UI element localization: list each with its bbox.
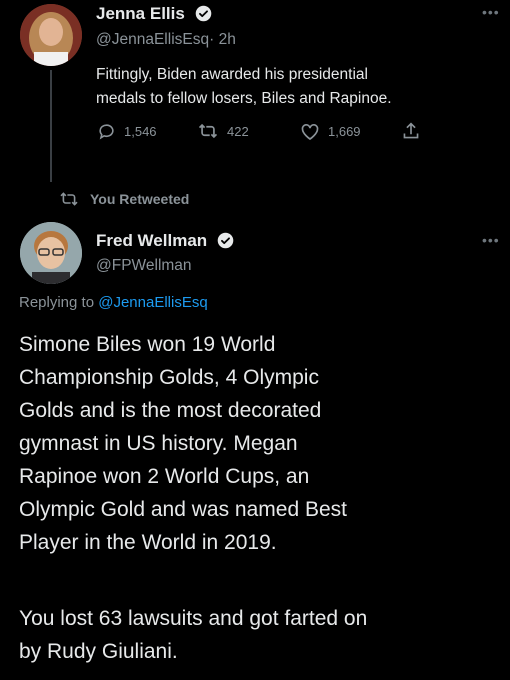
like-button[interactable]: 1,669 (300, 122, 361, 141)
retweet-button[interactable]: 422 (197, 122, 249, 140)
share-button[interactable] (402, 121, 428, 141)
verified-badge-icon (217, 232, 234, 249)
verified-badge-icon (195, 5, 211, 22)
heart-icon (301, 124, 319, 141)
retweet-icon (198, 123, 218, 139)
thread-line (50, 70, 52, 182)
replying-to-link[interactable]: @JennaEllisEsq (98, 294, 207, 311)
you-retweeted-banner: You Retweeted (58, 191, 189, 207)
tweet2-author[interactable]: Fred Wellman (96, 231, 234, 251)
more-icon[interactable]: ••• (482, 4, 500, 20)
tweet2-paragraph-1: Simone Biles won 19 World Championship G… (19, 333, 347, 554)
avatar-fred-wellman[interactable] (20, 222, 82, 284)
share-icon (403, 122, 419, 139)
reply-button[interactable]: 1,546 (97, 122, 157, 141)
tweet1-handle-row: @JennaEllisEsq· 2h (96, 31, 236, 49)
tweet1-handle[interactable]: @JennaEllisEsq (96, 31, 209, 48)
tweet1-text: Fittingly, Biden awarded his presidentia… (96, 66, 392, 107)
tweet2-handle[interactable]: @FPWellman (96, 257, 192, 275)
retweet-icon (60, 192, 78, 206)
avatar-jenna-ellis[interactable] (20, 4, 82, 66)
replying-to-line: Replying to @JennaEllisEsq (19, 294, 208, 311)
tweet1-author[interactable]: Jenna Ellis (96, 4, 212, 24)
tweet1-time: · 2h (209, 31, 236, 48)
reply-icon (99, 124, 114, 140)
tweet2-paragraph-2: You lost 63 lawsuits and got farted on b… (19, 607, 368, 663)
more-icon[interactable]: ••• (482, 232, 500, 248)
